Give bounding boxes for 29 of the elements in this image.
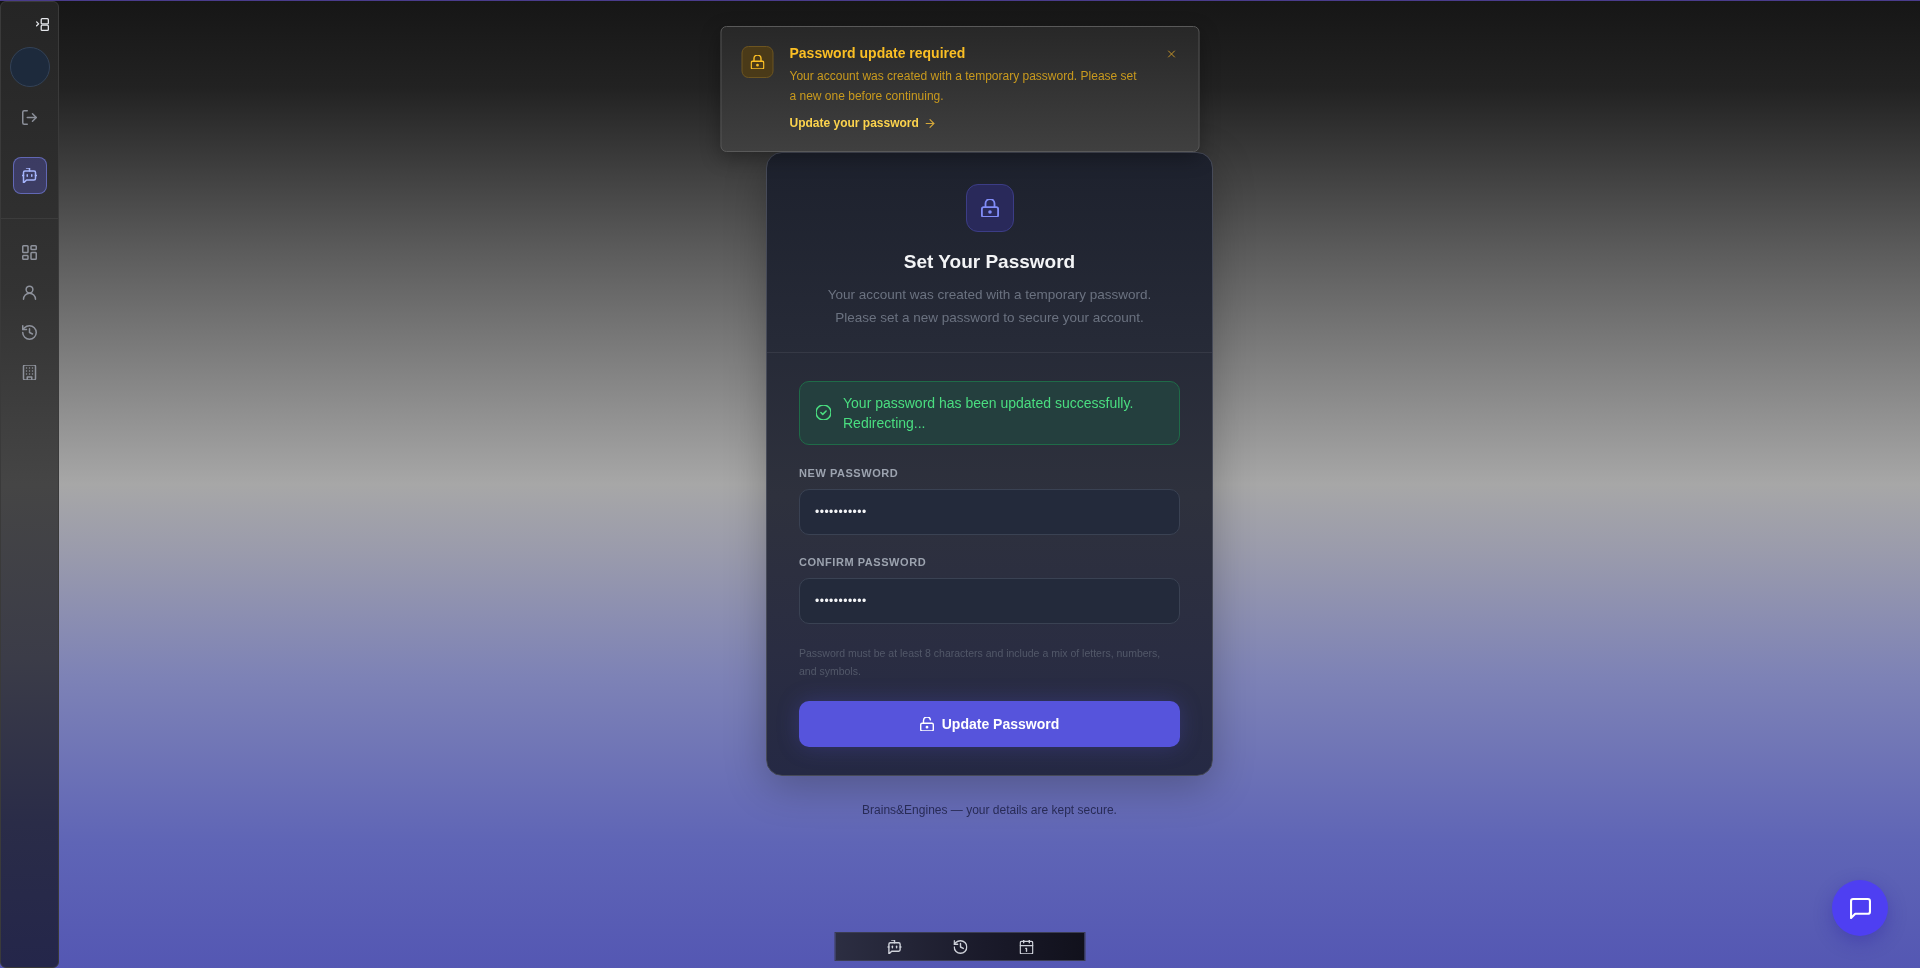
bot-icon[interactable] [887,939,901,954]
notification-message: Your account was created with a temporary password. Please set a new one before continuing. [789,68,1138,105]
bot-icon [22,168,37,183]
lock-icon [965,183,1014,232]
alert-message: Your password has been updated successfully. Redirecting... [843,393,1135,433]
close-icon[interactable] [1166,49,1177,59]
calendar-icon[interactable] [1019,939,1033,954]
card-subtitle: Your account was created with a temporary password. Please set a new password to secure your account. [826,285,1153,327]
nav-button[interactable] [12,157,47,194]
history-icon[interactable] [953,939,967,954]
card-title: Set Your Password [902,249,1077,274]
field-label: NEW PASSWORD [799,465,900,480]
sidebar-toggle-icon[interactable] [36,18,49,31]
password-field[interactable]: ••••••••••• [799,577,1180,624]
field-label: CONFIRM PASSWORD [799,554,928,569]
lock-icon [741,46,774,78]
notification-title: Password update required [789,44,967,62]
user-icon[interactable] [22,285,37,300]
arrow-right-icon [924,117,936,129]
update-password-button[interactable]: Update Password [799,700,1180,747]
update-password-link[interactable]: Update your password [789,114,936,132]
password-field[interactable]: ••••••••••• [799,488,1180,535]
chat-bubble-icon [1849,897,1871,919]
grid-icon[interactable] [22,245,37,260]
unlock-icon [919,716,934,731]
footer-note: Brains&Engines — your details are kept secure. [862,801,1117,818]
building-icon[interactable] [22,365,37,380]
chat-button[interactable] [1832,880,1888,936]
logout-icon[interactable] [22,110,37,125]
